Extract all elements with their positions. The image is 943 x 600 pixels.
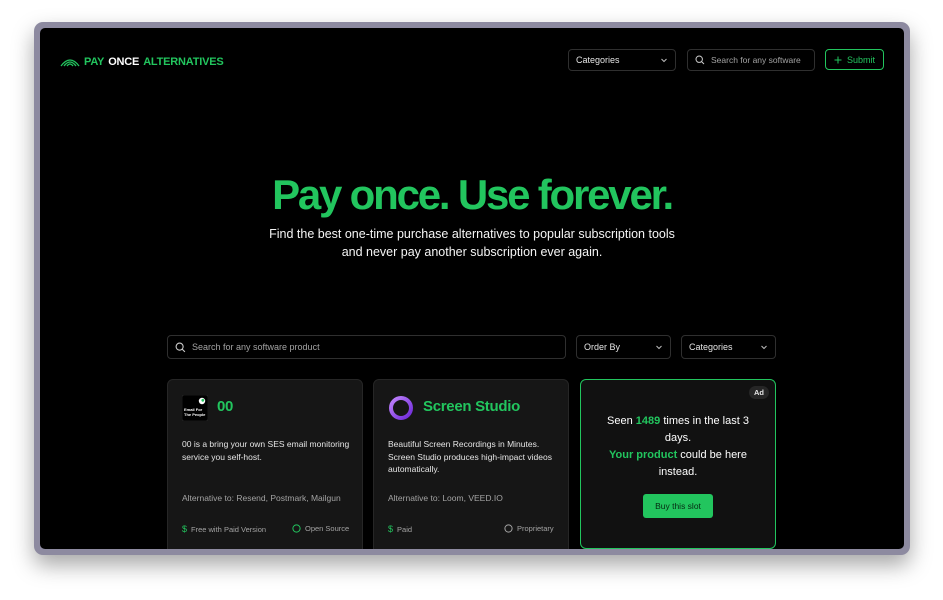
order-by-label: Order By — [584, 342, 621, 352]
chevron-down-icon — [661, 58, 667, 63]
product-alternatives: Alternative to: Loom, VEED.IO — [388, 493, 503, 503]
product-search-placeholder: Search for any software product — [192, 342, 320, 352]
product-license: Open Source — [292, 524, 349, 533]
logo-arc-icon — [60, 59, 80, 67]
header-search-input[interactable]: Search for any software — [687, 49, 815, 71]
product-logo-00-text: Email For The People — [184, 407, 206, 417]
product-card-screen-studio[interactable]: Screen Studio Beautiful Screen Recording… — [373, 379, 569, 549]
hero-subtitle: Find the best one-time purchase alternat… — [40, 226, 904, 261]
circle-icon — [504, 524, 513, 533]
hero-subtitle-line2: and never pay another subscription ever … — [341, 244, 603, 259]
ad-text-before: Seen — [607, 415, 636, 427]
page-viewport: PAY ONCE ALTERNATIVES Categories Search … — [40, 28, 904, 549]
hero-subtitle-line1: Find the best one-time purchase alternat… — [269, 227, 675, 241]
dollar-icon: $ — [388, 524, 394, 534]
ad-slot-card[interactable]: Ad Seen 1489 times in the last 3 days. Y… — [580, 379, 776, 549]
product-name[interactable]: 00 — [217, 398, 233, 415]
product-license-label: Proprietary — [517, 524, 554, 533]
search-icon — [695, 55, 705, 65]
ad-view-count: 1489 — [635, 415, 661, 427]
chevron-down-icon — [761, 345, 767, 350]
header-search-placeholder: Search for any software — [711, 55, 801, 65]
ad-text: Seen 1489 times in the last 3 days. Your… — [595, 413, 761, 481]
product-license: Proprietary — [504, 524, 554, 533]
product-price-label: Paid — [397, 524, 413, 534]
product-logo-00: Email For The People — [181, 394, 209, 422]
product-description: Beautiful Screen Recordings in Minutes. … — [388, 439, 552, 474]
product-price: $ Paid — [388, 524, 412, 534]
categories-filter-select[interactable]: Categories — [681, 335, 776, 359]
order-by-select[interactable]: Order By — [576, 335, 671, 359]
product-card-00[interactable]: Email For The People 00 00 is a bring yo… — [167, 379, 363, 549]
product-search-input[interactable]: Search for any software product — [167, 335, 566, 359]
buy-slot-button[interactable]: Buy this slot — [643, 494, 713, 518]
submit-button[interactable]: Submit — [825, 49, 884, 70]
circle-icon — [292, 524, 301, 533]
product-alternatives: Alternative to: Resend, Postmark, Mailgu… — [182, 493, 341, 503]
ad-highlight: Your product — [609, 449, 678, 461]
header-categories-label: Categories — [576, 55, 620, 65]
product-name[interactable]: Screen Studio — [423, 398, 520, 415]
ad-text-after: times in the last 3 days. — [660, 415, 749, 444]
header-categories-select[interactable]: Categories — [568, 49, 676, 71]
search-icon — [175, 342, 186, 352]
site-logo[interactable]: PAY ONCE ALTERNATIVES — [60, 56, 224, 68]
dollar-icon: $ — [182, 524, 188, 534]
product-logo-screen-studio — [388, 395, 414, 421]
product-price: $ Free with Paid Version — [182, 524, 266, 534]
categories-filter-label: Categories — [689, 342, 733, 352]
product-price-label: Free with Paid Version — [191, 524, 267, 534]
logo-word-pay: PAY — [84, 56, 105, 68]
plus-icon — [834, 56, 842, 63]
logo-word-alternatives: ALTERNATIVES — [143, 56, 224, 68]
hero-title: Pay once. Use forever. — [272, 171, 674, 218]
product-description: 00 is a bring your own SES email monitor… — [182, 439, 350, 462]
submit-label: Submit — [846, 54, 875, 65]
chevron-down-icon — [656, 345, 662, 350]
product-license-label: Open Source — [305, 524, 350, 533]
ad-badge: Ad — [749, 386, 769, 399]
logo-word-once: ONCE — [108, 56, 140, 68]
browser-window: PAY ONCE ALTERNATIVES Categories Search … — [34, 22, 910, 555]
